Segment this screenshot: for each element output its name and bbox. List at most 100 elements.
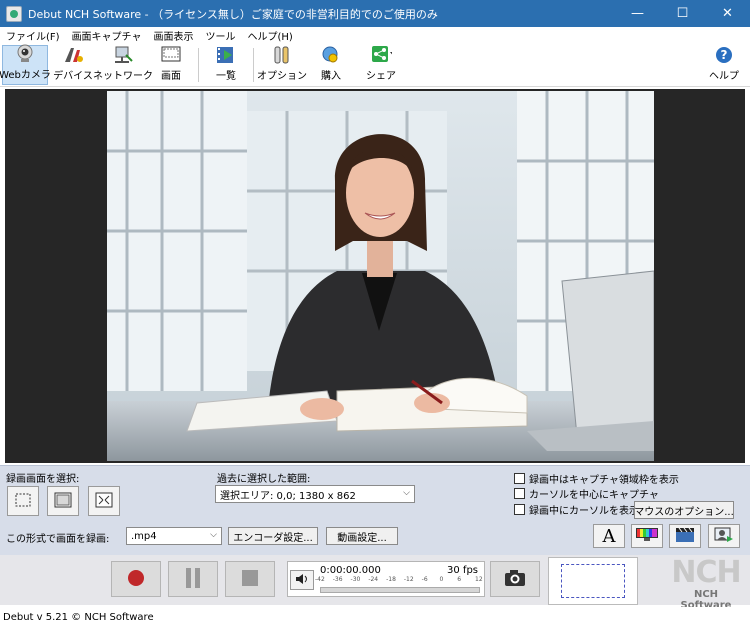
camera-icon [504, 569, 526, 590]
recording-bar: 0:00:00.000 30 fps -42 -36 -30 -24 -18 -12 -6 0… [0, 555, 750, 612]
frame-rate: 30 fps [447, 565, 478, 576]
devices-icon [62, 45, 84, 65]
share-label: シェア [366, 71, 396, 82]
show-cursor-checkbox[interactable] [514, 504, 525, 515]
show-border-checkbox[interactable] [514, 473, 525, 484]
meter-scale: -42 -36 -30 -24 -18 -12 -6 0 6 12 [315, 576, 483, 584]
status-bar: Debut v 5.21 © NCH Software [0, 607, 750, 627]
show-border-label: 録画中はキャプチャ領域枠を表示 [529, 475, 679, 486]
screen-label: 画面 [161, 71, 181, 82]
center-cursor-option[interactable]: カーソルを中心にキャプチャ [514, 486, 659, 501]
nch-logo-mark: NCH [671, 555, 741, 590]
show-cursor-label: 録画中にカーソルを表示 [529, 506, 639, 517]
show-border-option[interactable]: 録画中はキャプチャ領域枠を表示 [514, 471, 679, 486]
toolbar-separator [198, 48, 199, 82]
buy-label: 購入 [321, 71, 341, 82]
network-label: ネットワーク [93, 71, 153, 82]
capture-area-outline [561, 564, 625, 598]
meter-tick-label: -18 [386, 576, 396, 583]
film-play-icon [215, 45, 237, 65]
screen-button[interactable]: 画面 [155, 45, 187, 85]
screen-icon [160, 45, 182, 65]
elapsed-time: 0:00:00.000 [320, 565, 381, 576]
maximize-button[interactable]: ☐ [660, 0, 705, 27]
stop-icon [240, 568, 260, 591]
meter-tick-label: -42 [315, 576, 325, 583]
capture-area-preview [548, 557, 638, 605]
center-cursor-checkbox[interactable] [514, 488, 525, 499]
pause-icon [183, 567, 203, 592]
help-label: ヘルプ [709, 71, 739, 82]
select-window-button[interactable] [47, 486, 79, 516]
stop-button[interactable] [225, 561, 275, 597]
meter-tick-label: 12 [475, 576, 483, 583]
devices-button[interactable]: デバイス [52, 45, 94, 85]
app-icon [6, 5, 22, 22]
minimize-button[interactable]: — [615, 0, 660, 27]
options-button[interactable]: オプション [257, 45, 307, 85]
text-icon: A [602, 525, 616, 547]
webcam-button[interactable]: Webカメラ [0, 44, 51, 85]
buy-icon [320, 45, 342, 65]
toolbar: Webカメラ デバイス ネットワーク 画面 一覧 オプション 購入 シェア ? … [0, 43, 750, 87]
devices-label: デバイス [53, 71, 93, 82]
share-icon [370, 45, 392, 65]
recent-area-value: 選択エリア: 0,0; 1380 x 862 [220, 490, 356, 502]
record-button[interactable] [111, 561, 161, 597]
region-select-icon [15, 493, 31, 510]
meter-tick-label: 6 [457, 576, 462, 583]
speaker-icon [295, 573, 309, 588]
window-title: Debut NCH Software - （ライセンス無し）ご家庭での非営利目的… [28, 7, 438, 21]
show-cursor-option[interactable]: 録画中にカーソルを表示 [514, 502, 639, 517]
video-settings-button[interactable]: 動画設定... [326, 527, 398, 545]
menu-help[interactable]: ヘルプ(H) [241, 28, 298, 43]
chevron-down-icon: ⌵ [403, 488, 410, 498]
help-button[interactable]: ? ヘルプ [708, 45, 740, 85]
format-value: .mp4 [131, 530, 157, 542]
buy-button[interactable]: 購入 [316, 45, 346, 85]
user-overlay-icon [714, 527, 734, 546]
encoder-settings-button[interactable]: エンコーダ設定... [228, 527, 318, 545]
menu-view[interactable]: 画面表示 [147, 28, 199, 43]
fullscreen-icon [95, 492, 113, 511]
network-icon [112, 45, 134, 65]
share-button[interactable]: シェア [363, 45, 399, 85]
recording-meter: 0:00:00.000 30 fps -42 -36 -30 -24 -18 -12 -6 0… [287, 561, 485, 597]
text-overlay-button[interactable]: A [593, 524, 625, 548]
volume-button[interactable] [290, 570, 314, 590]
recent-area-select[interactable]: 選択エリア: 0,0; 1380 x 862 ⌵ [215, 485, 415, 503]
options-icon [271, 45, 293, 65]
snapshot-button[interactable] [490, 561, 540, 597]
menu-tools[interactable]: ツール [199, 28, 241, 43]
color-settings-button[interactable] [631, 524, 663, 548]
clapperboard-icon [675, 527, 695, 546]
nch-logo: NCH NCH Software [668, 555, 744, 612]
chevron-down-icon: ⌵ [210, 530, 217, 540]
center-cursor-label: カーソルを中心にキャプチャ [529, 490, 659, 501]
network-button[interactable]: ネットワーク [93, 45, 153, 85]
meter-tick-label: 0 [439, 576, 444, 583]
svg-text:?: ? [721, 48, 728, 62]
toolbar-separator [253, 48, 254, 82]
format-label: この形式で画面を録画: [6, 534, 110, 545]
webcam-image [107, 91, 654, 461]
format-select[interactable]: .mp4 ⌵ [126, 527, 222, 545]
webcam-preview[interactable] [5, 89, 745, 463]
record-icon [126, 568, 146, 591]
overlay-button[interactable] [708, 524, 740, 548]
pause-button[interactable] [168, 561, 218, 597]
close-button[interactable]: ✕ [705, 0, 750, 27]
meter-tick-label: -36 [332, 576, 343, 583]
meter-tick-label: -6 [421, 576, 428, 583]
list-button[interactable]: 一覧 [210, 45, 242, 85]
meter-tick-label: -12 [403, 576, 414, 583]
mouse-options-button[interactable]: マウスのオプション... [634, 501, 734, 519]
video-effects-button[interactable] [669, 524, 701, 548]
menu-capture[interactable]: 画面キャプチャ [66, 28, 148, 43]
menu-file[interactable]: ファイル(F) [0, 28, 66, 43]
select-region-button[interactable] [7, 486, 39, 516]
options-label: オプション [257, 71, 307, 82]
select-fullscreen-button[interactable] [88, 486, 120, 516]
menu-bar: ファイル(F) 画面キャプチャ 画面表示 ツール ヘルプ(H) [0, 27, 750, 43]
select-area-label: 録画画面を選択: [6, 474, 80, 485]
